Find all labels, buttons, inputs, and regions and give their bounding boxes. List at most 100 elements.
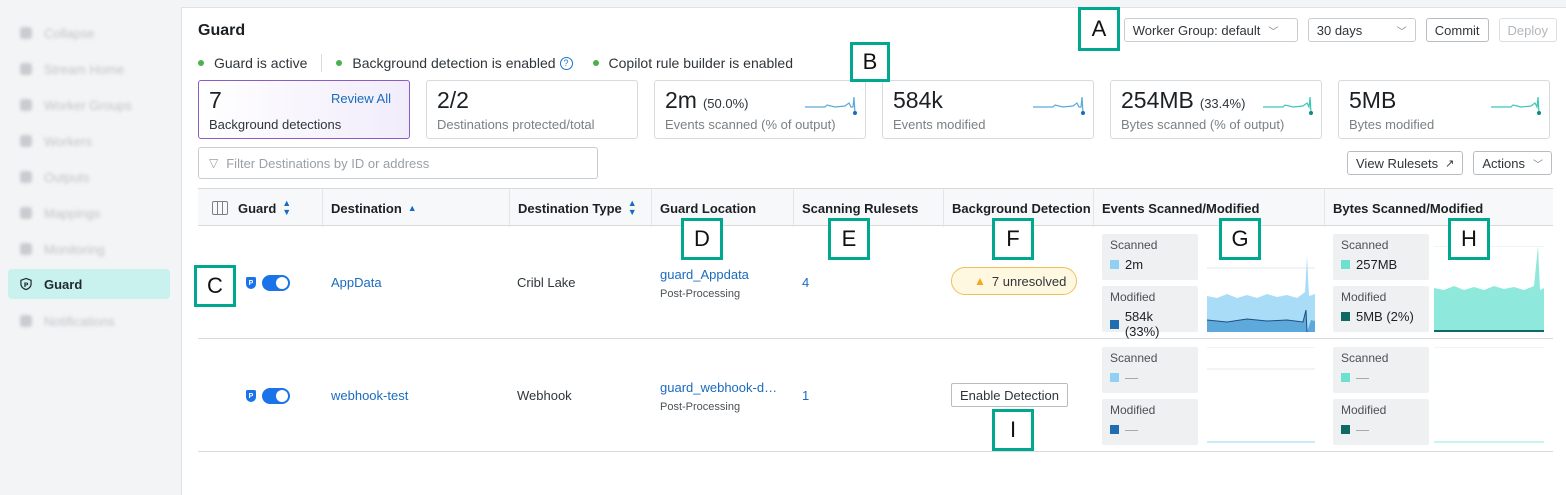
events-scanned-box: Scanned — <box>1102 347 1198 393</box>
status-dot-icon <box>198 60 204 66</box>
marker-c: C <box>194 265 236 307</box>
time-range-select[interactable]: 30 days ﹀ <box>1307 18 1416 42</box>
destination-link[interactable]: webhook-test <box>331 388 408 403</box>
actions-button[interactable]: Actions ﹀ <box>1473 151 1552 175</box>
guard-toggle[interactable] <box>262 275 290 291</box>
marker-f: F <box>992 218 1034 260</box>
card-label: Events modified <box>893 117 986 132</box>
warning-icon: ▲ <box>974 274 986 288</box>
sort-icon: ▲ <box>407 202 417 213</box>
guard-app: Collapse Stream Home Worker Groups Worke… <box>0 0 1566 495</box>
guard-shield-icon: P <box>246 277 256 289</box>
marker-g: G <box>1219 218 1261 260</box>
destination-filter-input[interactable]: ▽ Filter Destinations by ID or address <box>198 147 598 179</box>
column-bytes-scanned-modified[interactable]: Bytes Scanned/Modified <box>1324 189 1553 227</box>
card-label: Events scanned (% of output) <box>665 117 836 132</box>
destination-type: Webhook <box>517 388 572 403</box>
sparkline-icon <box>805 96 857 115</box>
bytes-modified-box: Modified — <box>1333 399 1429 445</box>
card-value: 584k <box>893 87 943 113</box>
legend-swatch <box>1110 373 1119 382</box>
sidebar-item-monitoring[interactable]: Monitoring <box>8 234 170 264</box>
card-bytes-scanned: 254MB (33.4%) Bytes scanned (% of output) <box>1110 80 1322 139</box>
groups-icon <box>20 99 32 111</box>
svg-text:P: P <box>24 281 29 289</box>
card-background-detections: 7 Review All Background detections <box>198 80 410 139</box>
marker-d: D <box>681 218 723 260</box>
card-percent: (50.0%) <box>702 96 749 111</box>
card-value: 2/2 <box>437 87 469 113</box>
card-events-scanned: 2m (50.0%) Events scanned (% of output) <box>654 80 866 139</box>
rulesets-count-link[interactable]: 1 <box>802 388 809 403</box>
legend-swatch <box>1110 425 1119 434</box>
sidebar-item-stream-home[interactable]: Stream Home <box>8 54 170 84</box>
review-all-link[interactable]: Review All <box>331 91 391 106</box>
column-destination[interactable]: Destination ▲ <box>322 189 509 227</box>
table-toolbar: View Rulesets ↗ Actions ﹀ <box>1347 151 1552 175</box>
view-rulesets-button[interactable]: View Rulesets ↗ <box>1347 151 1464 175</box>
sidebar-item-mappings[interactable]: Mappings <box>8 198 170 228</box>
card-value: 5MB <box>1349 87 1397 113</box>
worker-group-select[interactable]: Worker Group: default ﹀ <box>1123 18 1298 42</box>
chevron-down-icon: ﹀ <box>1396 26 1407 38</box>
page-title: Guard <box>198 22 246 39</box>
enable-detection-button[interactable]: Enable Detection <box>951 383 1069 407</box>
destination-link[interactable]: AppData <box>331 275 382 290</box>
column-guard[interactable]: Guard ▲ ▼ <box>198 189 322 227</box>
sparkline-icon <box>1263 96 1313 115</box>
collapse-icon <box>20 27 32 39</box>
guard-location-link[interactable]: guard_webhook-d… <box>660 380 777 395</box>
table-row: P AppData Cribl Lake guard_Appdata Post-… <box>198 226 1553 339</box>
guard-location-link[interactable]: guard_Appdata <box>660 267 749 282</box>
help-icon[interactable]: ? <box>559 56 573 70</box>
guard-toggle[interactable] <box>262 388 290 404</box>
sidebar-item-collapse[interactable]: Collapse <box>8 18 170 48</box>
columns-icon[interactable] <box>212 201 228 215</box>
table-row: P webhook-test Webhook guard_webhook-d… … <box>198 339 1553 452</box>
events-modified-box: Modified 584k (33%) <box>1102 286 1198 339</box>
unresolved-badge[interactable]: ▲ 7 unresolved <box>951 267 1078 295</box>
sidebar-item-workers[interactable]: Workers <box>8 126 170 156</box>
bytes-area-chart-empty <box>1434 347 1544 443</box>
top-controls: Worker Group: default ﹀ 30 days ﹀ Commit D… <box>1123 18 1557 42</box>
sidebar: Collapse Stream Home Worker Groups Worke… <box>0 0 180 495</box>
guard-shield-icon: P <box>20 277 32 291</box>
card-bytes-modified: 5MB Bytes modified <box>1338 80 1550 139</box>
column-events-scanned-modified[interactable]: Events Scanned/Modified <box>1093 189 1324 227</box>
events-modified-box: Modified — <box>1102 399 1198 445</box>
marker-a: A <box>1078 7 1120 51</box>
marker-i: I <box>992 409 1034 451</box>
monitoring-icon <box>20 243 32 255</box>
guard-shield-icon: P <box>246 390 256 402</box>
sidebar-item-outputs[interactable]: Outputs <box>8 162 170 192</box>
status-row: Guard is active Background detection is … <box>198 54 793 72</box>
card-percent: (33.4%) <box>1199 96 1246 111</box>
column-destination-type[interactable]: Destination Type ▲ ▼ <box>509 189 651 227</box>
card-value: 2m <box>665 87 697 113</box>
sidebar-item-notifications[interactable]: Notifications <box>8 306 170 336</box>
sidebar-item-guard[interactable]: P Guard <box>8 269 170 299</box>
table-header: Guard ▲ ▼ Destination ▲ Destination Type ▲ ▼ … <box>198 188 1553 227</box>
guard-location-stage: Post-Processing <box>660 288 741 300</box>
legend-swatch <box>1341 260 1350 269</box>
legend-swatch <box>1110 260 1119 269</box>
sparkline-icon <box>1491 96 1541 115</box>
deploy-button[interactable]: Deploy <box>1498 18 1557 42</box>
commit-button[interactable]: Commit <box>1425 18 1489 42</box>
rulesets-count-link[interactable]: 4 <box>802 275 809 290</box>
card-label: Bytes modified <box>1349 117 1435 132</box>
card-label: Bytes scanned (% of output) <box>1121 117 1285 132</box>
mappings-icon <box>20 207 32 219</box>
external-link-icon: ↗ <box>1445 157 1455 170</box>
status-guard-active: Guard is active <box>214 55 308 71</box>
workers-icon <box>20 135 32 147</box>
chevron-down-icon: ﹀ <box>1533 159 1543 171</box>
home-icon <box>20 63 32 75</box>
marker-h: H <box>1448 218 1490 260</box>
card-label: Destinations protected/total <box>437 117 595 132</box>
status-copilot: Copilot rule builder is enabled <box>608 55 793 71</box>
legend-swatch <box>1341 373 1350 382</box>
legend-swatch <box>1341 425 1350 434</box>
sidebar-item-worker-groups[interactable]: Worker Groups <box>8 90 170 120</box>
destination-type: Cribl Lake <box>517 275 576 290</box>
